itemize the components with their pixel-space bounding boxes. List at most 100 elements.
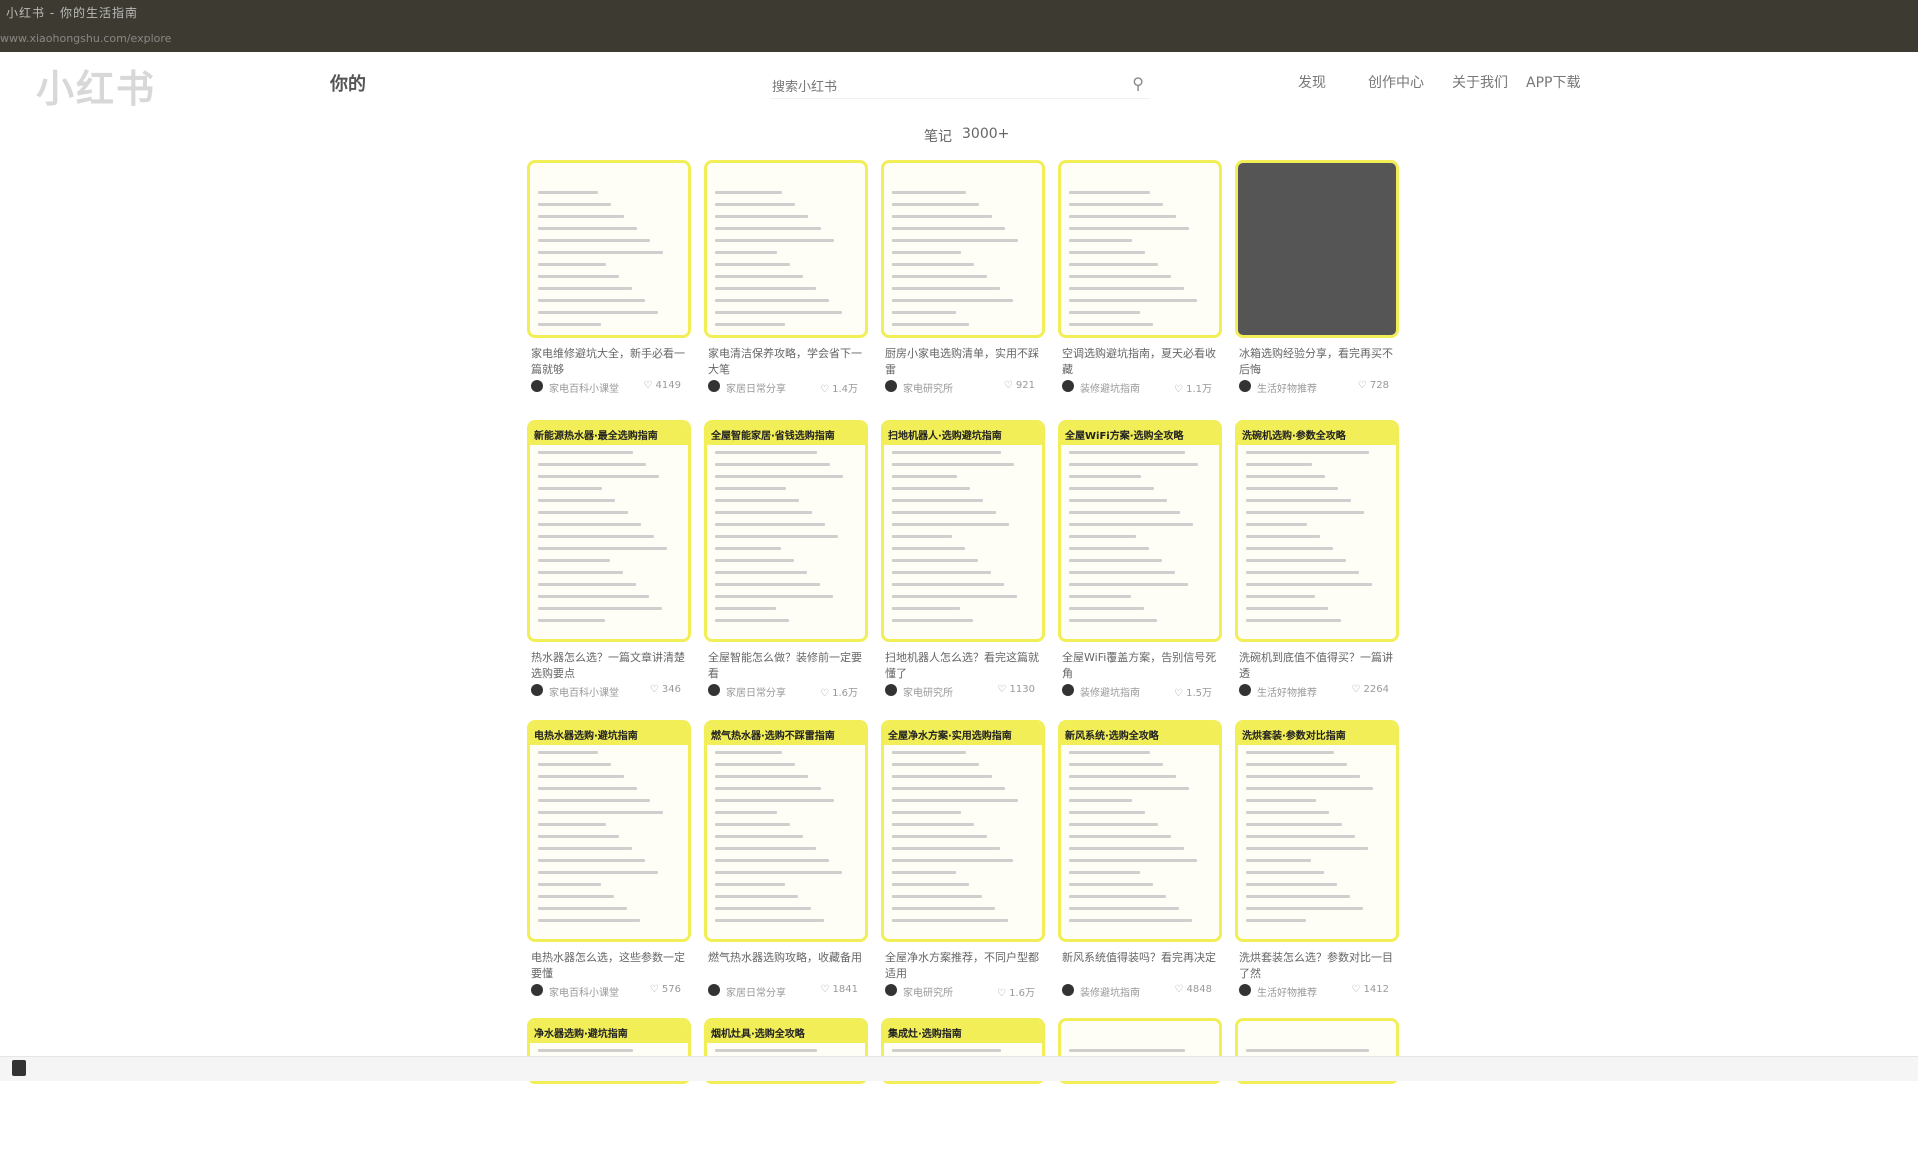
note-title[interactable]: 家电清洁保养攻略，学会省下一大笔 <box>708 346 866 378</box>
like-count[interactable]: ♡ 1130 <box>997 684 1035 695</box>
note-cover-image[interactable]: 扫地机器人·选购避坑指南 <box>881 420 1045 642</box>
like-count[interactable]: ♡ 1.6万 <box>820 684 858 699</box>
note-cover-image[interactable]: 燃气热水器·选购不踩雷指南 <box>704 720 868 942</box>
note-cover-image[interactable]: 洗烘套装·参数对比指南 <box>1235 720 1399 942</box>
note-card[interactable]: 家电维修避坑大全，新手必看一篇就够 家电百科小课堂 ♡ 4149 <box>527 160 691 412</box>
like-count[interactable]: ♡ 4149 <box>643 380 681 391</box>
channel-tab-notes[interactable]: 笔记 <box>924 126 952 146</box>
avatar[interactable] <box>1239 984 1251 996</box>
author-name[interactable]: 装修避坑指南 <box>1080 984 1140 999</box>
note-card[interactable]: 全屋净水方案·实用选购指南全屋净水方案推荐，不同户型都适用家电研究所 ♡ 1.6万 <box>881 720 1045 1016</box>
avatar[interactable] <box>1239 684 1251 696</box>
author-name[interactable]: 装修避坑指南 <box>1080 684 1140 699</box>
avatar[interactable] <box>1062 684 1074 696</box>
nav-app-download[interactable]: APP下载 <box>1526 72 1580 92</box>
author-name[interactable]: 家居日常分享 <box>726 684 786 699</box>
like-count[interactable]: ♡ 1.4万 <box>820 380 858 395</box>
heart-icon[interactable]: ♡ <box>1174 984 1186 995</box>
heart-icon[interactable]: ♡ <box>1358 380 1370 391</box>
download-icon[interactable] <box>12 1060 26 1076</box>
author-name[interactable]: 生活好物推荐 <box>1257 380 1317 395</box>
heart-icon[interactable]: ♡ <box>1174 384 1186 395</box>
nav-creator-center[interactable]: 创作中心 <box>1368 72 1424 92</box>
note-card[interactable]: 冰箱选购经验分享，看完再买不后悔生活好物推荐 ♡ 728 <box>1235 160 1399 412</box>
note-card[interactable]: 新风系统·选购全攻略新风系统值得装吗？看完再决定装修避坑指南 ♡ 4848 <box>1058 720 1222 1016</box>
search-input[interactable]: 搜索小红书 ⚲ <box>770 70 1150 99</box>
author-name[interactable]: 家电研究所 <box>903 684 953 699</box>
heart-icon[interactable]: ♡ <box>650 684 662 695</box>
author-name[interactable]: 家电研究所 <box>903 380 953 395</box>
note-title[interactable]: 空调选购避坑指南，夏天必看收藏 <box>1062 346 1220 378</box>
avatar[interactable] <box>708 380 720 392</box>
nav-discover[interactable]: 发现 <box>1298 72 1326 92</box>
heart-icon[interactable]: ♡ <box>643 380 655 391</box>
like-count[interactable]: ♡ 1.1万 <box>1174 380 1212 395</box>
search-icon[interactable]: ⚲ <box>1132 74 1144 93</box>
heart-icon[interactable]: ♡ <box>650 984 662 995</box>
note-title[interactable]: 全屋WiFi覆盖方案，告别信号死角 <box>1062 650 1220 682</box>
note-cover-image[interactable] <box>1235 160 1399 338</box>
note-title[interactable]: 电热水器怎么选，这些参数一定要懂 <box>531 950 689 982</box>
like-count[interactable]: ♡ 4848 <box>1174 984 1212 995</box>
note-card[interactable] <box>1058 1018 1222 1158</box>
note-title[interactable]: 全屋智能怎么做？装修前一定要看 <box>708 650 866 682</box>
avatar[interactable] <box>1062 984 1074 996</box>
note-cover-image[interactable]: 新能源热水器·最全选购指南 <box>527 420 691 642</box>
note-cover-image[interactable]: 电热水器选购·避坑指南 <box>527 720 691 942</box>
like-count[interactable]: ♡ 576 <box>650 984 681 995</box>
note-card[interactable]: 家电清洁保养攻略，学会省下一大笔家居日常分享 ♡ 1.4万 <box>704 160 868 412</box>
note-title[interactable]: 新风系统值得装吗？看完再决定 <box>1062 950 1220 966</box>
heart-icon[interactable]: ♡ <box>1351 984 1363 995</box>
heart-icon[interactable]: ♡ <box>1174 688 1186 699</box>
heart-icon[interactable]: ♡ <box>820 384 832 395</box>
author-name[interactable]: 家居日常分享 <box>726 380 786 395</box>
note-title[interactable]: 热水器怎么选？一篇文章讲清楚选购要点 <box>531 650 689 682</box>
like-count[interactable]: ♡ 1412 <box>1351 984 1389 995</box>
note-cover-image[interactable]: 新风系统·选购全攻略 <box>1058 720 1222 942</box>
note-card[interactable]: 厨房小家电选购清单，实用不踩雷家电研究所 ♡ 921 <box>881 160 1045 412</box>
note-title[interactable]: 冰箱选购经验分享，看完再买不后悔 <box>1239 346 1397 378</box>
note-cover-image[interactable] <box>527 160 691 338</box>
note-card[interactable]: 净水器选购·避坑指南 <box>527 1018 691 1158</box>
note-card[interactable]: 烟机灶具·选购全攻略 <box>704 1018 868 1158</box>
note-title[interactable]: 洗碗机到底值不值得买？一篇讲透 <box>1239 650 1397 682</box>
note-cover-image[interactable]: 全屋净水方案·实用选购指南 <box>881 720 1045 942</box>
note-cover-image[interactable] <box>881 160 1045 338</box>
note-cover-image[interactable]: 全屋WiFi方案·选购全攻略 <box>1058 420 1222 642</box>
note-title[interactable]: 厨房小家电选购清单，实用不踩雷 <box>885 346 1043 378</box>
like-count[interactable]: ♡ 1.5万 <box>1174 684 1212 699</box>
note-title[interactable]: 燃气热水器选购攻略，收藏备用 <box>708 950 866 966</box>
author-name[interactable]: 家电百科小课堂 <box>549 984 619 999</box>
note-card[interactable]: 集成灶·选购指南 <box>881 1018 1045 1158</box>
author-name[interactable]: 家电研究所 <box>903 984 953 999</box>
note-cover-image[interactable]: 全屋智能家居·省钱选购指南 <box>704 420 868 642</box>
note-card[interactable]: 电热水器选购·避坑指南电热水器怎么选，这些参数一定要懂家电百科小课堂 ♡ 576 <box>527 720 691 1016</box>
avatar[interactable] <box>1062 380 1074 392</box>
heart-icon[interactable]: ♡ <box>820 984 832 995</box>
author-name[interactable]: 家电百科小课堂 <box>549 380 619 395</box>
address-bar[interactable]: www.xiaohongshu.com/explore <box>0 32 171 45</box>
note-card[interactable]: 空调选购避坑指南，夏天必看收藏装修避坑指南 ♡ 1.1万 <box>1058 160 1222 412</box>
like-count[interactable]: ♡ 346 <box>650 684 681 695</box>
avatar[interactable] <box>531 684 543 696</box>
like-count[interactable]: ♡ 1841 <box>820 984 858 995</box>
avatar[interactable] <box>531 380 543 392</box>
heart-icon[interactable]: ♡ <box>1004 380 1016 391</box>
note-card[interactable]: 燃气热水器·选购不踩雷指南燃气热水器选购攻略，收藏备用家居日常分享 ♡ 1841 <box>704 720 868 1016</box>
author-name[interactable]: 家居日常分享 <box>726 984 786 999</box>
author-name[interactable]: 生活好物推荐 <box>1257 984 1317 999</box>
like-count[interactable]: ♡ 921 <box>1004 380 1035 391</box>
note-title[interactable]: 扫地机器人怎么选？看完这篇就懂了 <box>885 650 1043 682</box>
like-count[interactable]: ♡ 1.6万 <box>997 984 1035 999</box>
author-name[interactable]: 装修避坑指南 <box>1080 380 1140 395</box>
like-count[interactable]: ♡ 2264 <box>1351 684 1389 695</box>
heart-icon[interactable]: ♡ <box>997 684 1009 695</box>
heart-icon[interactable]: ♡ <box>820 688 832 699</box>
site-logo[interactable]: 小红书 <box>36 58 156 113</box>
avatar[interactable] <box>708 984 720 996</box>
avatar[interactable] <box>708 684 720 696</box>
like-count[interactable]: ♡ 728 <box>1358 380 1389 391</box>
note-cover-image[interactable] <box>704 160 868 338</box>
note-title[interactable]: 全屋净水方案推荐，不同户型都适用 <box>885 950 1043 982</box>
author-name[interactable]: 生活好物推荐 <box>1257 684 1317 699</box>
